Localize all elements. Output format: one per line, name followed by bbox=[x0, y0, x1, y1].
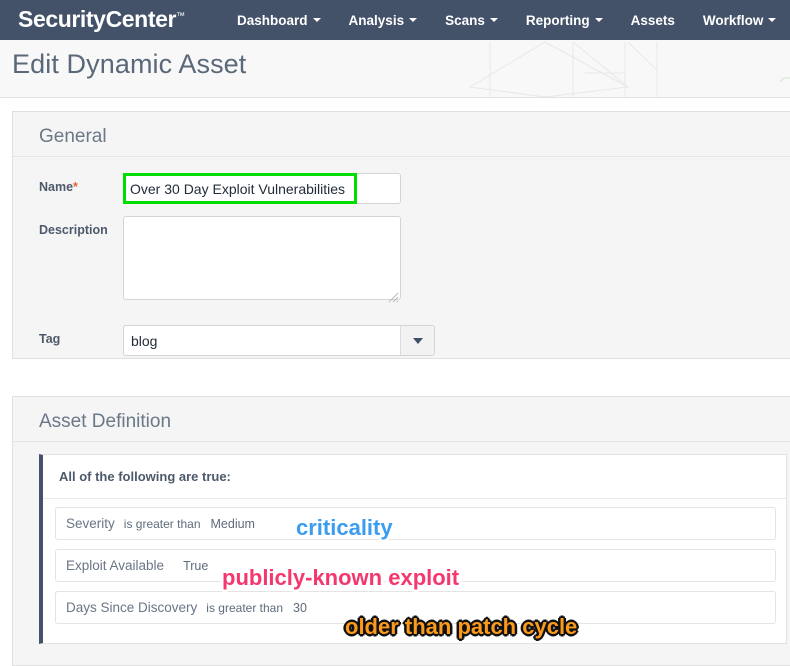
rules-container: All of the following are true: Severity … bbox=[39, 454, 787, 644]
table-row[interactable]: Exploit Available True bbox=[55, 549, 776, 582]
name-input[interactable] bbox=[123, 173, 401, 204]
nav-item-label: Analysis bbox=[348, 12, 405, 28]
nav-item-label: Workflow bbox=[702, 12, 764, 28]
tag-select-toggle[interactable] bbox=[400, 326, 434, 355]
name-form-row: Name* bbox=[13, 167, 790, 210]
general-panel: General Name* Description Tag blog bbox=[12, 111, 790, 359]
chevron-down-icon bbox=[594, 18, 603, 22]
geometric-watermark-graphic bbox=[468, 41, 790, 97]
general-panel-heading: General bbox=[13, 112, 790, 157]
securitycenter-logo[interactable]: SecurityCenter™ bbox=[18, 5, 186, 32]
nav-item-label: Scans bbox=[445, 12, 485, 28]
nav-item-analysis[interactable]: Analysis bbox=[335, 0, 432, 40]
rules-logic-header: All of the following are true: bbox=[43, 455, 786, 499]
nav-item-label: Reporting bbox=[525, 12, 590, 28]
chevron-down-icon bbox=[768, 18, 777, 22]
rule-field: Days Since Discovery bbox=[66, 600, 198, 615]
name-input-wrapper bbox=[123, 173, 401, 204]
description-input-wrapper bbox=[123, 216, 401, 305]
brand-name: SecurityCenter bbox=[18, 5, 177, 32]
name-label: Name* bbox=[13, 173, 123, 194]
rule-field: Exploit Available bbox=[66, 558, 165, 573]
page-title: Edit Dynamic Asset bbox=[12, 49, 247, 79]
nav-item-label: Dashboard bbox=[237, 12, 308, 28]
top-navigation-bar: SecurityCenter™ Dashboard Analysis Scans… bbox=[0, 0, 790, 40]
general-panel-body: Name* Description Tag blog bbox=[13, 157, 790, 362]
chevron-down-icon bbox=[409, 18, 418, 22]
rule-value: 30 bbox=[293, 600, 307, 615]
nav-item-list: Dashboard Analysis Scans Reporting Asset… bbox=[223, 0, 790, 40]
rule-value: True bbox=[183, 558, 209, 573]
nav-item-assets[interactable]: Assets bbox=[617, 0, 689, 40]
tag-select[interactable]: blog bbox=[123, 325, 435, 356]
table-row[interactable]: Severity is greater than Medium bbox=[55, 507, 776, 540]
chevron-down-icon bbox=[412, 337, 423, 344]
chevron-down-icon bbox=[489, 18, 498, 22]
trademark-symbol: ™ bbox=[176, 9, 186, 20]
page-title-band: Edit Dynamic Asset bbox=[0, 40, 790, 98]
rules-list: Severity is greater than Medium Exploit … bbox=[43, 499, 786, 643]
description-form-row: Description bbox=[13, 210, 790, 311]
rule-operator: is greater than bbox=[206, 600, 284, 615]
required-marker: * bbox=[73, 180, 78, 194]
name-label-text: Name bbox=[39, 180, 74, 194]
nav-item-workflow[interactable]: Workflow bbox=[689, 0, 790, 40]
description-label: Description bbox=[39, 223, 108, 237]
nav-item-reporting[interactable]: Reporting bbox=[512, 0, 617, 40]
chevron-down-icon bbox=[312, 18, 321, 22]
description-textarea[interactable] bbox=[123, 216, 401, 300]
tag-select-value: blog bbox=[131, 332, 158, 349]
nav-item-dashboard[interactable]: Dashboard bbox=[223, 0, 335, 40]
table-row[interactable]: Days Since Discovery is greater than 30 bbox=[55, 591, 776, 624]
asset-definition-panel: Asset Definition All of the following ar… bbox=[12, 396, 790, 666]
rule-field: Severity bbox=[66, 516, 115, 531]
rule-value: Medium bbox=[210, 516, 255, 531]
tag-label: Tag bbox=[39, 332, 61, 346]
rule-operator: is greater than bbox=[123, 516, 201, 531]
asset-definition-heading: Asset Definition bbox=[13, 397, 790, 442]
tag-form-row: Tag blog bbox=[13, 311, 790, 362]
nav-item-label: Assets bbox=[630, 12, 675, 28]
nav-item-scans[interactable]: Scans bbox=[431, 0, 512, 40]
